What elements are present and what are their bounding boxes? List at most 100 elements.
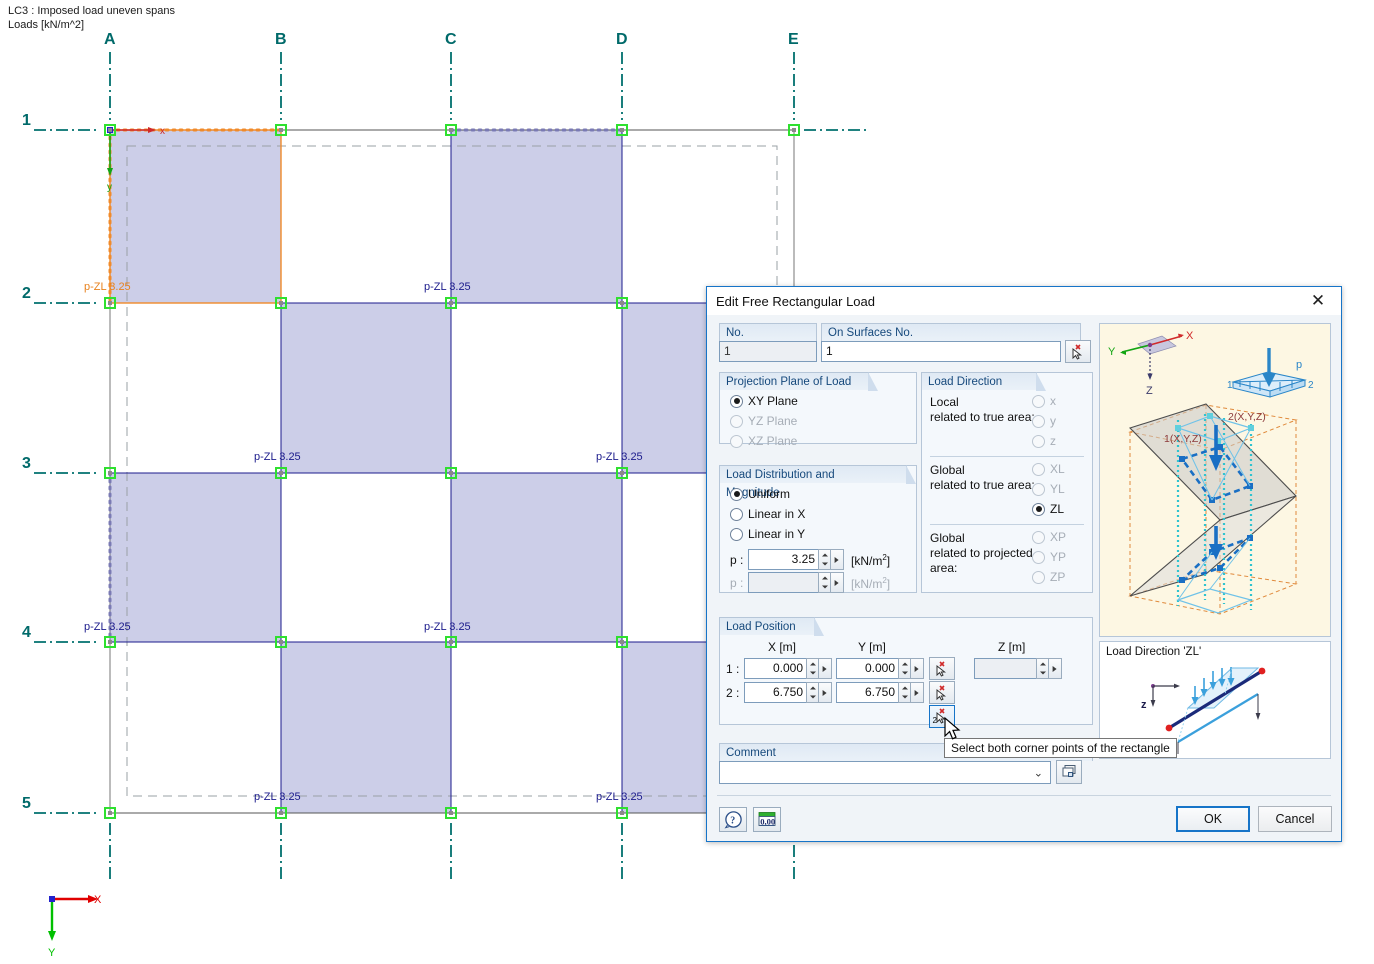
spin-buttons[interactable] [898,682,911,703]
radio-label: YZ Plane [748,414,797,428]
unit-tail: ] [887,554,890,568]
pick-surface-icon[interactable] [1065,340,1091,363]
more-icon[interactable] [819,682,832,703]
grid-column-label-B: B [275,31,287,49]
load-preview-graphic: X Y Z p [1099,323,1331,637]
more-icon[interactable] [911,682,924,703]
point-1-x-value[interactable]: 0.000 [744,658,806,679]
load-magnitude-label: p-ZL 3.25 [596,791,643,803]
radio-global-xp: XP [1032,530,1066,544]
unit-base: [kN/m [851,554,882,568]
svg-text:Z: Z [1146,385,1153,397]
radio-global-zl[interactable]: ZL [1032,502,1064,516]
spin-down-icon[interactable] [899,669,910,679]
radio-mark [730,395,743,408]
grid-column-label-C: C [445,31,457,49]
spin-up-icon[interactable] [819,550,830,560]
close-icon[interactable]: ✕ [1299,288,1337,314]
point-1-y-value[interactable]: 0.000 [836,658,898,679]
radio-global-zp: ZP [1032,570,1065,584]
load-position-caption: Load Position [719,617,815,635]
cancel-button[interactable]: Cancel [1258,806,1332,832]
point-2-x-value[interactable]: 6.750 [744,682,806,703]
spin-up-icon[interactable] [807,659,818,669]
load-case-title: LC3 : Imposed load uneven spansLoads [kN… [8,4,175,32]
load-case-line-1: LC3 : Imposed load uneven spans [8,5,175,17]
radio-linear-in-x[interactable]: Linear in X [730,507,805,521]
p2-stepper [748,572,844,593]
svg-text:z: z [1141,699,1147,711]
svg-text:Y: Y [48,947,56,959]
spin-up-icon[interactable] [807,683,818,693]
no-field[interactable]: 1 [719,341,817,362]
spin-down-icon[interactable] [807,693,818,703]
help-icon[interactable]: ? [719,807,747,832]
radio-label: XP [1050,530,1066,544]
svg-text:2(X,Y,Z): 2(X,Y,Z) [1228,411,1266,423]
p2-spin-buttons [818,572,831,593]
radio-label: x [1050,394,1056,408]
dialog-title: Edit Free Rectangular Load [716,294,1299,309]
radio-label: Linear in Y [748,527,805,541]
p1-stepper[interactable]: 3.25 [748,549,844,570]
load-preview-svg: X Y Z p [1100,324,1331,637]
load-magnitude-label: p-ZL 3.25 [424,281,471,293]
radio-mark [1032,415,1045,428]
divider-2 [930,524,1084,525]
global-true-area-label-1: Global [930,463,965,477]
grid-row-label-3: 3 [22,455,31,473]
on-surfaces-caption: On Surfaces No. [821,323,1081,341]
on-surfaces-field[interactable]: 1 [821,341,1061,362]
radio-label: YP [1050,550,1066,564]
point-1-y-stepper[interactable]: 0.000 [836,658,924,679]
point-2-y-value[interactable]: 6.750 [836,682,898,703]
global-projected-label-3: area: [930,561,957,575]
spin-buttons[interactable] [898,658,911,679]
p1-spin-buttons[interactable] [818,549,831,570]
ok-button[interactable]: OK [1176,806,1250,832]
radio-linear-in-y[interactable]: Linear in Y [730,527,805,541]
load-magnitude-label: p-ZL 3.25 [254,451,301,463]
svg-text:2: 2 [933,716,938,725]
grid-row-label-1: 1 [22,112,31,130]
comment-library-icon[interactable] [1056,760,1082,784]
point-1-z-value [974,658,1036,679]
divider-1 [930,456,1084,457]
spin-down-icon[interactable] [807,669,818,679]
p1-value[interactable]: 3.25 [748,549,818,570]
p1-more-icon[interactable] [831,549,844,570]
radio-label: y [1050,414,1056,428]
more-icon[interactable] [819,658,832,679]
spin-down-icon[interactable] [819,560,830,570]
more-icon[interactable] [911,658,924,679]
spin-down-icon[interactable] [899,693,910,703]
comment-combobox[interactable]: ⌄ [719,761,1051,784]
svg-text:X: X [1186,330,1194,342]
radio-label: z [1050,434,1056,448]
dialog-titlebar[interactable]: Edit Free Rectangular Load ✕ [707,287,1341,316]
dialog-body: No. 1 On Surfaces No. 1 Projection Plane… [707,315,1341,841]
radio-label: Linear in X [748,507,805,521]
point-2-x-stepper[interactable]: 6.750 [744,682,832,703]
edit-free-rectangular-load-dialog[interactable]: Edit Free Rectangular Load ✕ No. 1 On Su… [706,286,1342,842]
svg-text:Y: Y [1108,346,1116,358]
local-true-area-label-1: Local [930,395,959,409]
radio-global-xl: XL [1032,462,1065,476]
chevron-down-icon[interactable]: ⌄ [1034,766,1043,779]
pick-point-1-icon[interactable] [929,657,955,680]
units-icon[interactable]: 0,00 [753,807,781,832]
radio-mark [730,415,743,428]
spin-buttons[interactable] [806,658,819,679]
point-2-y-stepper[interactable]: 6.750 [836,682,924,703]
spin-buttons[interactable] [806,682,819,703]
radio-xy-plane[interactable]: XY Plane [730,394,798,408]
spin-down-icon [1037,669,1048,679]
spin-up-icon[interactable] [899,683,910,693]
spin-up-icon[interactable] [899,659,910,669]
radio-mark [1032,463,1045,476]
point-1-x-stepper[interactable]: 0.000 [744,658,832,679]
pick-point-2-icon[interactable] [929,681,955,704]
radio-uniform[interactable]: Uniform [730,487,790,501]
pick-two-points-icon[interactable]: 2 [929,705,955,728]
grid-column-label-A: A [104,31,116,49]
